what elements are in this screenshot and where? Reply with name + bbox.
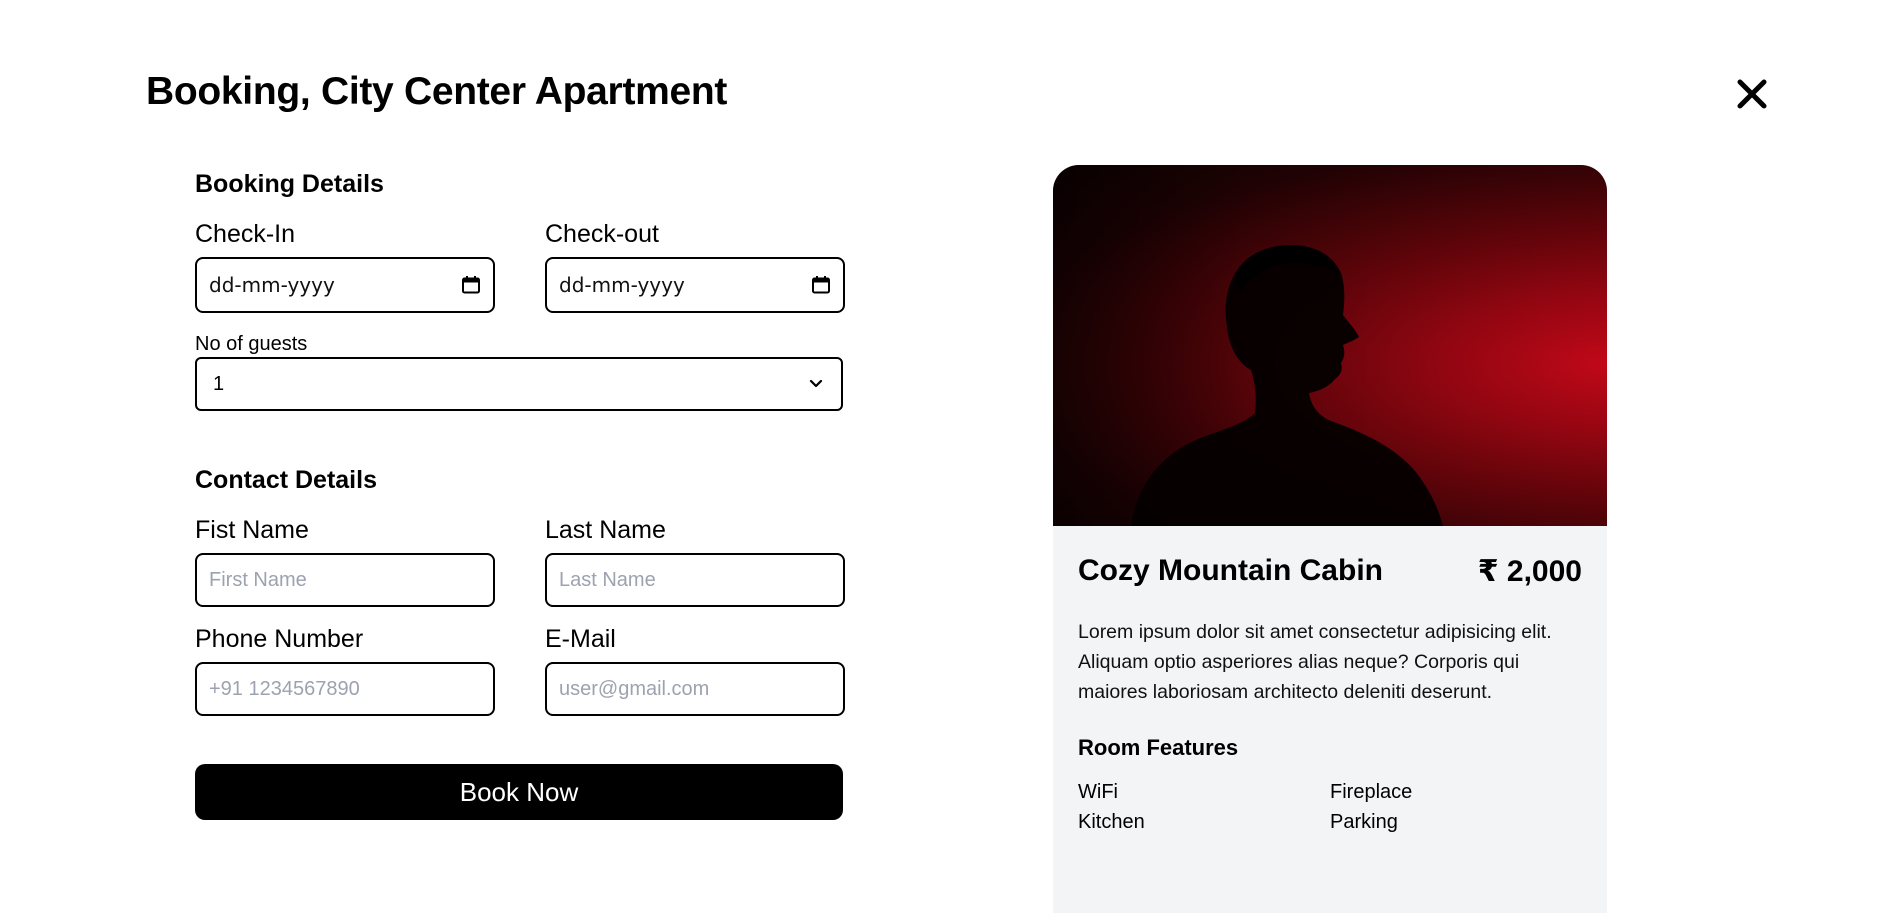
feature-item: Kitchen	[1078, 811, 1145, 833]
email-input[interactable]: user@gmail.com	[545, 662, 845, 716]
last-name-input[interactable]: Last Name	[545, 553, 845, 607]
room-photo-silhouette	[1053, 165, 1607, 526]
book-now-button[interactable]: Book Now	[195, 764, 843, 820]
close-button[interactable]	[1732, 74, 1772, 114]
checkin-date-input[interactable]: dd-mm-yyyy	[195, 257, 495, 313]
room-card: Cozy Mountain Cabin ₹ 2,000 Lorem ipsum …	[1053, 165, 1607, 913]
guests-label: No of guests	[195, 333, 308, 355]
room-name: Cozy Mountain Cabin	[1078, 554, 1383, 587]
checkout-label: Check-out	[545, 220, 659, 248]
booking-modal: Booking, City Center Apartment Booking D…	[0, 0, 1888, 913]
calendar-icon[interactable]	[811, 275, 831, 295]
room-features-heading: Room Features	[1078, 735, 1239, 760]
feature-item: Parking	[1330, 811, 1398, 833]
first-name-input[interactable]: First Name	[195, 553, 495, 607]
checkin-date-value: dd-mm-yyyy	[209, 273, 335, 297]
contact-details-heading: Contact Details	[195, 466, 377, 494]
phone-label: Phone Number	[195, 625, 364, 653]
checkin-label: Check-In	[195, 220, 296, 248]
room-price: ₹ 2,000	[1477, 555, 1582, 588]
phone-input[interactable]: +91 1234567890	[195, 662, 495, 716]
feature-item: Fireplace	[1330, 781, 1413, 803]
first-name-label: Fist Name	[195, 516, 309, 544]
feature-item: WiFi	[1078, 781, 1118, 803]
guests-select-value: 1	[213, 372, 225, 395]
booking-details-heading: Booking Details	[195, 170, 384, 198]
page-title: Booking, City Center Apartment	[146, 70, 728, 113]
room-features-list: WiFi Fireplace Kitchen Parking	[1078, 779, 1588, 835]
checkout-date-value: dd-mm-yyyy	[559, 273, 685, 297]
guests-select[interactable]: 1	[195, 357, 843, 411]
last-name-label: Last Name	[545, 516, 666, 544]
close-icon	[1737, 79, 1767, 109]
room-description: Lorem ipsum dolor sit amet consectetur a…	[1078, 621, 1552, 703]
room-image	[1053, 165, 1607, 526]
chevron-down-icon	[809, 379, 823, 388]
calendar-icon[interactable]	[461, 275, 481, 295]
checkout-date-input[interactable]: dd-mm-yyyy	[545, 257, 845, 313]
email-label: E-Mail	[545, 625, 616, 653]
